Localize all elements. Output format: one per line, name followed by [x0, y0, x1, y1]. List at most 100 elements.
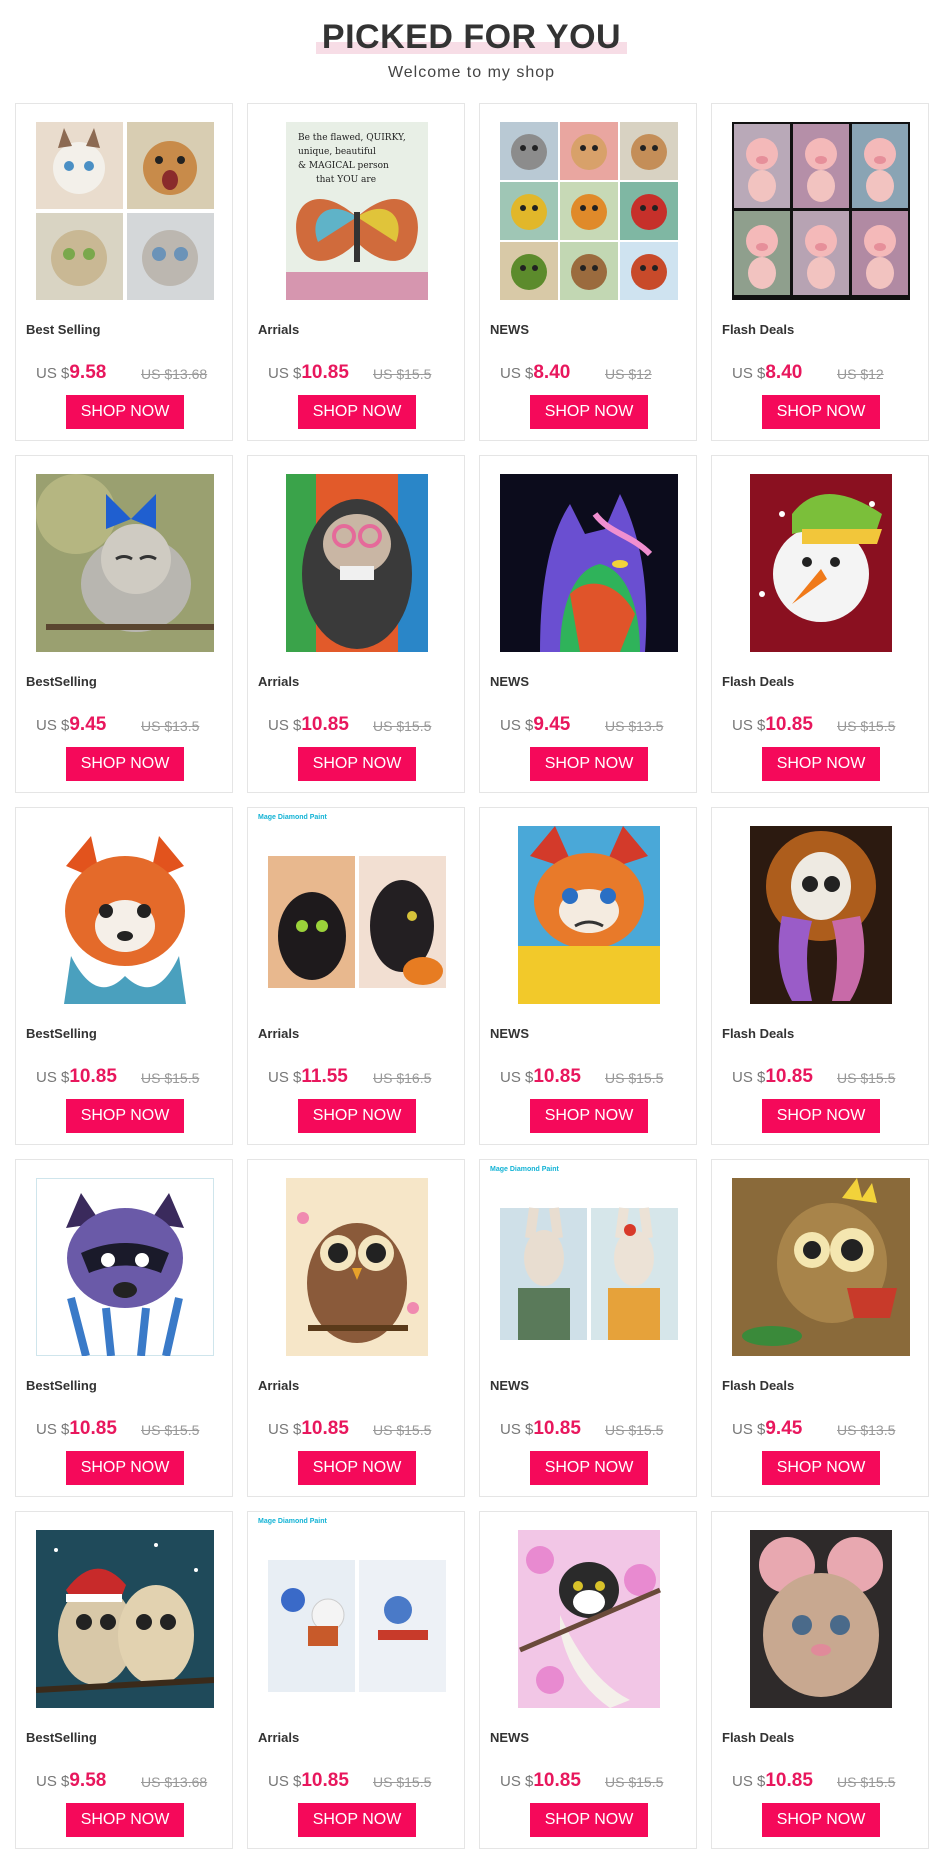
shop-now-button[interactable]: SHOP NOW: [298, 1803, 416, 1837]
product-image[interactable]: [36, 474, 214, 652]
product-card[interactable]: Flash Deals US $10.85 US $15.5 SHOP NOW: [711, 455, 929, 793]
product-image[interactable]: [500, 1530, 678, 1708]
product-card[interactable]: Best Selling US $9.58 US $13.68 SHOP NOW: [15, 103, 233, 441]
shop-now-button[interactable]: SHOP NOW: [66, 1451, 184, 1485]
original-price: US $13.68: [141, 1774, 208, 1790]
shop-now-button[interactable]: SHOP NOW: [762, 1099, 880, 1133]
original-price: US $15.5: [605, 1774, 664, 1790]
product-artwork-grumpy-cat: [518, 826, 660, 1004]
shop-now-button[interactable]: SHOP NOW: [66, 1099, 184, 1133]
product-image[interactable]: [500, 1178, 678, 1356]
product-card[interactable]: Be the flawed, QUIRKY, unique, beautiful &…: [247, 103, 465, 441]
sale-price: 10.85: [765, 714, 813, 735]
shop-now-button[interactable]: SHOP NOW: [66, 747, 184, 781]
product-card[interactable]: Mage Diamond Paint Arrials US $11.55 US …: [247, 807, 465, 1145]
price-row: US $9.45 US $13.5: [36, 714, 226, 738]
product-card[interactable]: Flash Deals US $10.85 US $15.5 SHOP NOW: [711, 807, 929, 1145]
shop-now-button[interactable]: SHOP NOW: [530, 1451, 648, 1485]
brand-watermark: Mage Diamond Paint: [258, 814, 327, 821]
product-category: Flash Deals: [722, 674, 795, 689]
product-artwork-four-cats-portraits: [36, 122, 214, 300]
product-card[interactable]: BestSelling US $9.58 US $13.68 SHOP NOW: [15, 1511, 233, 1849]
product-image[interactable]: [36, 826, 214, 1004]
shop-now-button[interactable]: SHOP NOW: [298, 747, 416, 781]
price-row: US $10.85 US $15.5: [268, 1770, 458, 1794]
product-image[interactable]: [732, 826, 910, 1004]
brand-watermark: Mage Diamond Paint: [258, 1518, 327, 1525]
original-price: US $15.5: [605, 1422, 664, 1438]
product-image[interactable]: [36, 1178, 214, 1356]
product-category: Arrials: [258, 1026, 300, 1041]
product-image[interactable]: [268, 826, 446, 1004]
shop-now-button[interactable]: SHOP NOW: [762, 1803, 880, 1837]
product-image[interactable]: [500, 474, 678, 652]
product-image[interactable]: [500, 826, 678, 1004]
currency-prefix: US $: [732, 365, 766, 382]
original-price: US $15.5: [373, 1422, 432, 1438]
product-artwork-snowman: [750, 474, 892, 652]
product-card[interactable]: Flash Deals US $8.40 US $12 SHOP NOW: [711, 103, 929, 441]
product-card[interactable]: NEWS US $9.45 US $13.5 SHOP NOW: [479, 455, 697, 793]
shop-now-button[interactable]: SHOP NOW: [530, 1099, 648, 1133]
product-card[interactable]: Mage Diamond Paint Arrials US $10.85 US …: [247, 1511, 465, 1849]
product-image[interactable]: [500, 122, 678, 300]
shop-now-button[interactable]: SHOP NOW: [530, 395, 648, 429]
product-image[interactable]: [268, 1178, 446, 1356]
price-row: US $10.85 US $15.5: [36, 1066, 226, 1090]
product-image[interactable]: Be the flawed, QUIRKY, unique, beautiful &…: [268, 122, 446, 300]
product-image[interactable]: [732, 1530, 910, 1708]
product-artwork-owl-king-teacup: [732, 1178, 910, 1356]
price-row: US $8.40 US $12: [732, 362, 922, 386]
product-image[interactable]: [268, 1530, 446, 1708]
product-image[interactable]: [732, 122, 910, 300]
sale-price: 8.40: [533, 362, 571, 383]
product-image[interactable]: [732, 474, 910, 652]
product-artwork-winter-cats-sled: [268, 1530, 446, 1708]
product-image[interactable]: [268, 474, 446, 652]
shop-now-button[interactable]: SHOP NOW: [530, 1803, 648, 1837]
product-card[interactable]: Arrials US $10.85 US $15.5 SHOP NOW: [247, 455, 465, 793]
shop-now-button[interactable]: SHOP NOW: [298, 1451, 416, 1485]
product-category: NEWS: [490, 1378, 529, 1393]
shop-now-button[interactable]: SHOP NOW: [762, 1451, 880, 1485]
sale-price: 10.85: [69, 1418, 117, 1439]
product-image[interactable]: [732, 1178, 910, 1356]
product-artwork-black-cats-pumpkin: [268, 826, 446, 1004]
product-card[interactable]: BestSelling US $10.85 US $15.5 SHOP NOW: [15, 1159, 233, 1497]
sale-price: 9.58: [69, 362, 107, 383]
product-category: NEWS: [490, 1730, 529, 1745]
product-card[interactable]: NEWS US $10.85 US $15.5 SHOP NOW: [479, 807, 697, 1145]
product-image[interactable]: [36, 122, 214, 300]
shop-now-button[interactable]: SHOP NOW: [762, 395, 880, 429]
original-price: US $13.5: [605, 718, 664, 734]
price-row: US $10.85 US $15.5: [500, 1418, 690, 1442]
product-card[interactable]: Arrials US $10.85 US $15.5 SHOP NOW: [247, 1159, 465, 1497]
original-price: US $13.5: [141, 718, 200, 734]
shop-now-button[interactable]: SHOP NOW: [66, 1803, 184, 1837]
shop-now-button[interactable]: SHOP NOW: [762, 747, 880, 781]
shop-now-button[interactable]: SHOP NOW: [66, 395, 184, 429]
product-artwork-butterfly-quote-art: Be the flawed, QUIRKY, unique, beautiful &…: [286, 122, 428, 300]
shop-now-button[interactable]: SHOP NOW: [530, 747, 648, 781]
product-card[interactable]: Flash Deals US $10.85 US $15.5 SHOP NOW: [711, 1511, 929, 1849]
sale-price: 10.85: [301, 1770, 349, 1791]
original-price: US $15.5: [373, 718, 432, 734]
price-row: US $10.85 US $15.5: [732, 1770, 922, 1794]
product-card[interactable]: NEWS US $10.85 US $15.5 SHOP NOW: [479, 1511, 697, 1849]
product-category: BestSelling: [26, 1378, 97, 1393]
product-artwork-brown-owl: [286, 1178, 428, 1356]
price-row: US $10.85 US $15.5: [268, 714, 458, 738]
currency-prefix: US $: [268, 365, 302, 382]
product-card[interactable]: Flash Deals US $9.45 US $13.5 SHOP NOW: [711, 1159, 929, 1497]
product-category: Arrials: [258, 1378, 300, 1393]
product-artwork-nine-animal-grid: [500, 122, 678, 300]
product-card[interactable]: BestSelling US $9.45 US $13.5 SHOP NOW: [15, 455, 233, 793]
shop-now-button[interactable]: SHOP NOW: [298, 395, 416, 429]
product-card[interactable]: NEWS US $8.40 US $12 SHOP NOW: [479, 103, 697, 441]
original-price: US $13.5: [837, 1422, 896, 1438]
sale-price: 10.85: [533, 1418, 581, 1439]
product-card[interactable]: BestSelling US $10.85 US $15.5 SHOP NOW: [15, 807, 233, 1145]
product-card[interactable]: Mage Diamond Paint NEWS US $10.85 US $15…: [479, 1159, 697, 1497]
product-image[interactable]: [36, 1530, 214, 1708]
shop-now-button[interactable]: SHOP NOW: [298, 1099, 416, 1133]
